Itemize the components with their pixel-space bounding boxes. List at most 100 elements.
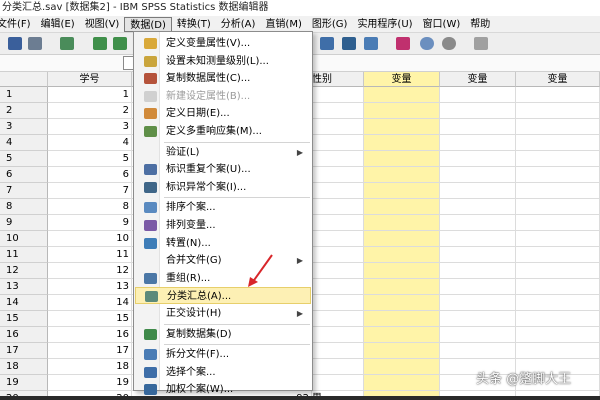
menu-item-16[interactable]: 分类汇总(A)... — [135, 287, 311, 305]
cell-gender[interactable] — [312, 359, 364, 375]
cell-var-1[interactable] — [364, 231, 440, 247]
cell-gender[interactable] — [312, 199, 364, 215]
column-header-var-3[interactable]: 变量 — [516, 72, 600, 87]
show-sets-icon[interactable] — [442, 37, 456, 50]
cell-gender[interactable] — [312, 167, 364, 183]
spelling-icon[interactable] — [474, 37, 488, 50]
cell-var-1[interactable] — [364, 327, 440, 343]
cell-xuehao[interactable]: 12 — [48, 263, 132, 279]
cell-xuehao[interactable]: 8 — [48, 199, 132, 215]
cell-var-1[interactable] — [364, 311, 440, 327]
menu-item-2[interactable]: 复制数据属性(C)... — [135, 70, 311, 87]
cell-var-2[interactable] — [440, 87, 516, 103]
cell-var-1[interactable] — [364, 103, 440, 119]
cell-var-3[interactable] — [516, 279, 600, 295]
cell-var-3[interactable] — [516, 183, 600, 199]
cell-gender[interactable] — [312, 263, 364, 279]
cell-var-3[interactable] — [516, 343, 600, 359]
cell-var-2[interactable] — [440, 183, 516, 199]
menu-item-7[interactable]: 验证(L) ▶ — [135, 144, 311, 161]
cell-xuehao[interactable]: 5 — [48, 151, 132, 167]
cell-xuehao[interactable]: 17 — [48, 343, 132, 359]
cell-var-2[interactable] — [440, 247, 516, 263]
menu-item-12[interactable]: 排列变量... — [135, 217, 311, 234]
cell-gender[interactable] — [312, 327, 364, 343]
row-number[interactable]: 13 — [0, 279, 48, 295]
menu-help[interactable]: 帮助 — [465, 17, 495, 32]
cell-var-3[interactable] — [516, 263, 600, 279]
menu-item-11[interactable]: 排序个案... — [135, 199, 311, 216]
cell-var-1[interactable] — [364, 215, 440, 231]
row-number[interactable]: 18 — [0, 359, 48, 375]
cell-var-3[interactable] — [516, 103, 600, 119]
cell-xuehao[interactable]: 14 — [48, 295, 132, 311]
cell-var-1[interactable] — [364, 375, 440, 391]
row-number[interactable]: 10 — [0, 231, 48, 247]
cell-var-3[interactable] — [516, 167, 600, 183]
menu-item-9[interactable]: 标识异常个案(I)... — [135, 179, 311, 196]
cell-var-3[interactable] — [516, 151, 600, 167]
row-number[interactable]: 5 — [0, 151, 48, 167]
cell-var-3[interactable] — [516, 327, 600, 343]
cell-gender[interactable] — [312, 343, 364, 359]
value-labels-icon[interactable] — [396, 37, 410, 50]
cell-var-1[interactable] — [364, 263, 440, 279]
split-file-toolbar-icon[interactable] — [342, 37, 356, 50]
row-number[interactable]: 16 — [0, 327, 48, 343]
cell-xuehao[interactable]: 7 — [48, 183, 132, 199]
column-header-var-2[interactable]: 变量 — [440, 72, 516, 87]
row-number[interactable]: 14 — [0, 295, 48, 311]
menu-item-15[interactable]: 重组(R)... — [135, 270, 311, 287]
menu-view[interactable]: 视图(V) — [80, 17, 125, 32]
row-number[interactable]: 4 — [0, 135, 48, 151]
cell-gender[interactable] — [312, 311, 364, 327]
use-sets-icon[interactable] — [420, 37, 434, 50]
row-number[interactable]: 3 — [0, 119, 48, 135]
cell-var-3[interactable] — [516, 215, 600, 231]
cell-xuehao[interactable]: 19 — [48, 375, 132, 391]
menu-item-17[interactable]: 正交设计(H) ▶ — [135, 305, 311, 322]
row-number[interactable]: 8 — [0, 199, 48, 215]
menu-data[interactable]: 数据(D) — [124, 16, 172, 32]
menu-item-22[interactable]: 选择个案... — [135, 364, 311, 381]
column-header-xuehao[interactable]: 学号 — [48, 72, 132, 87]
menu-item-5[interactable]: 定义多重响应集(M)... — [135, 123, 311, 140]
cell-var-1[interactable] — [364, 167, 440, 183]
cell-var-1[interactable] — [364, 151, 440, 167]
menu-graphs[interactable]: 图形(G) — [307, 17, 353, 32]
cell-gender[interactable] — [312, 135, 364, 151]
cell-xuehao[interactable]: 4 — [48, 135, 132, 151]
cell-gender[interactable] — [312, 103, 364, 119]
cell-var-2[interactable] — [440, 231, 516, 247]
cell-var-3[interactable] — [516, 119, 600, 135]
menu-item-14[interactable]: 合并文件(G) ▶ — [135, 252, 311, 269]
dialog-recall-icon[interactable] — [60, 37, 74, 50]
menu-item-8[interactable]: 标识重复个案(U)... — [135, 161, 311, 178]
cell-var-2[interactable] — [440, 167, 516, 183]
cell-gender[interactable] — [312, 87, 364, 103]
column-header-var-1[interactable]: 变量 — [364, 72, 440, 87]
row-number[interactable]: 6 — [0, 167, 48, 183]
cell-xuehao[interactable]: 16 — [48, 327, 132, 343]
undo-icon[interactable] — [93, 37, 107, 50]
cell-var-1[interactable] — [364, 279, 440, 295]
insert-variable-icon[interactable] — [320, 37, 334, 50]
cell-xuehao[interactable]: 18 — [48, 359, 132, 375]
cell-gender[interactable] — [312, 231, 364, 247]
menu-direct-marketing[interactable]: 直销(M) — [260, 17, 306, 32]
column-header-gender[interactable]: 性别 — [312, 72, 364, 87]
weight-cases-toolbar-icon[interactable] — [364, 37, 378, 50]
cell-xuehao[interactable]: 13 — [48, 279, 132, 295]
cell-xuehao[interactable]: 15 — [48, 311, 132, 327]
menu-window[interactable]: 窗口(W) — [418, 17, 466, 32]
cell-var-3[interactable] — [516, 135, 600, 151]
cell-var-1[interactable] — [364, 343, 440, 359]
menu-item-21[interactable]: 拆分文件(F)... — [135, 346, 311, 363]
cell-var-2[interactable] — [440, 263, 516, 279]
cell-xuehao[interactable]: 9 — [48, 215, 132, 231]
menu-analyze[interactable]: 分析(A) — [216, 17, 261, 32]
row-number[interactable]: 9 — [0, 215, 48, 231]
cell-var-3[interactable] — [516, 199, 600, 215]
row-number[interactable]: 17 — [0, 343, 48, 359]
cell-var-2[interactable] — [440, 199, 516, 215]
